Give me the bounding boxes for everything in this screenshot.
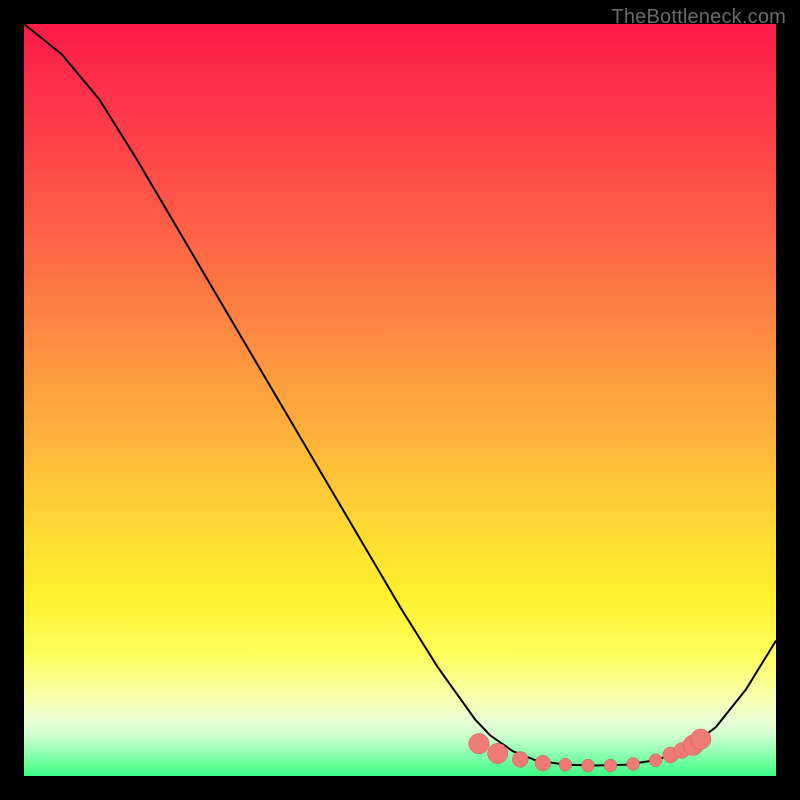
marker-dot — [469, 734, 489, 754]
chart-stage: TheBottleneck.com — [0, 0, 800, 800]
chart-overlay — [24, 24, 776, 776]
marker-dot — [691, 729, 711, 749]
marker-dot — [649, 754, 662, 767]
marker-dot — [488, 743, 508, 763]
marker-dot — [512, 752, 528, 768]
marker-dot — [535, 755, 551, 771]
marker-dot — [582, 759, 595, 772]
marker-group — [469, 729, 711, 772]
chart-frame — [24, 24, 776, 776]
marker-dot — [604, 759, 617, 772]
marker-dot — [627, 758, 640, 771]
marker-dot — [559, 758, 572, 771]
curve-line — [24, 24, 776, 765]
